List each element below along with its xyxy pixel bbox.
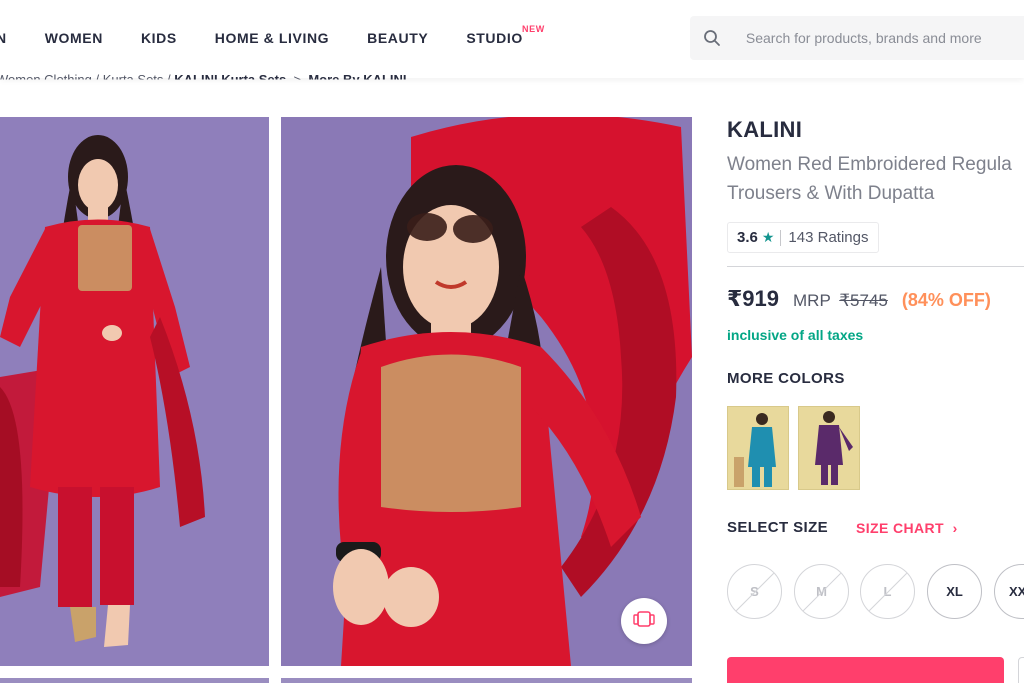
product-image-2[interactable] (281, 117, 692, 666)
size-option-xxl[interactable]: XX (994, 564, 1024, 619)
size-option-xl[interactable]: XL (927, 564, 982, 619)
breadcrumb: Women Clothing / Kurta Sets / KALINI Kur… (0, 72, 407, 87)
size-option-l[interactable]: L (860, 564, 915, 619)
product-brand[interactable]: KALINI (727, 117, 802, 143)
product-image-1[interactable] (0, 117, 269, 666)
color-variant-purple[interactable] (798, 406, 860, 490)
product-name-line-2: Trousers & With Dupatta (727, 183, 935, 204)
more-colors-heading: MORE COLORS (727, 370, 845, 387)
size-label: XX (1009, 584, 1024, 599)
rating-badge[interactable]: 3.6 ★ 143 Ratings (727, 222, 880, 253)
product-name: Women Red Embroidered Regula Trousers & … (727, 150, 1024, 208)
search-input[interactable] (745, 30, 1024, 46)
divider (727, 266, 1024, 267)
product-image-3[interactable] (0, 678, 269, 683)
selling-price: ₹919 (727, 286, 780, 311)
rating-separator (780, 229, 782, 246)
nav-studio[interactable]: STUDIO NEW (466, 24, 544, 46)
size-label: M (816, 584, 827, 599)
product-image-4[interactable] (281, 678, 692, 683)
add-to-bag-button[interactable] (727, 657, 1004, 683)
breadcrumb-item[interactable]: KALINI Kurta Sets (174, 72, 286, 80)
nav-beauty[interactable]: BEAUTY (367, 30, 428, 46)
chevron-right-icon: › (948, 520, 958, 536)
color-variant-teal[interactable] (727, 406, 789, 490)
nav-studio-label: STUDIO (466, 30, 523, 46)
main-nav: N WOMEN KIDS HOME & LIVING BEAUTY STUDIO… (0, 24, 561, 46)
mrp-label: MRP (793, 291, 831, 310)
mrp-value: ₹5745 (839, 291, 888, 310)
rating-value: 3.6 (737, 229, 758, 246)
breadcrumb-current: More By KALINI (308, 72, 407, 87)
breadcrumb-separator: > (289, 72, 305, 87)
size-chart-label: SIZE CHART (856, 520, 944, 536)
size-label: S (750, 584, 759, 599)
breadcrumb-item[interactable]: Kurta Sets (103, 72, 164, 80)
discount-percent: (84% OFF) (901, 290, 991, 310)
nav-home-living[interactable]: HOME & LIVING (215, 30, 329, 46)
nav-women[interactable]: WOMEN (45, 30, 103, 46)
tax-note: inclusive of all taxes (727, 327, 864, 343)
new-badge: NEW (522, 24, 545, 34)
ratings-count: 143 Ratings (788, 229, 869, 246)
price-row: ₹919 MRP ₹5745 (84% OFF) (727, 286, 991, 312)
breadcrumb-item[interactable]: Women Clothing (0, 72, 92, 80)
size-chart-link[interactable]: SIZE CHART › (856, 520, 958, 536)
top-header: N WOMEN KIDS HOME & LIVING BEAUTY STUDIO… (0, 0, 1024, 78)
size-option-m[interactable]: M (794, 564, 849, 619)
view-similar-button[interactable] (621, 598, 667, 644)
select-size-heading: SELECT SIZE (727, 519, 829, 536)
wishlist-button[interactable] (1018, 657, 1024, 683)
star-icon: ★ (761, 229, 775, 245)
nav-kids[interactable]: KIDS (141, 30, 177, 46)
search-bar[interactable] (690, 16, 1024, 60)
size-option-s[interactable]: S (727, 564, 782, 619)
size-label: L (883, 584, 892, 599)
similar-icon (633, 609, 655, 634)
nav-men[interactable]: N (0, 30, 7, 46)
product-name-line-1: Women Red Embroidered Regula (727, 154, 1012, 175)
search-icon[interactable] (690, 16, 734, 60)
mrp: MRP ₹5745 (793, 291, 888, 311)
size-label: XL (946, 584, 963, 599)
